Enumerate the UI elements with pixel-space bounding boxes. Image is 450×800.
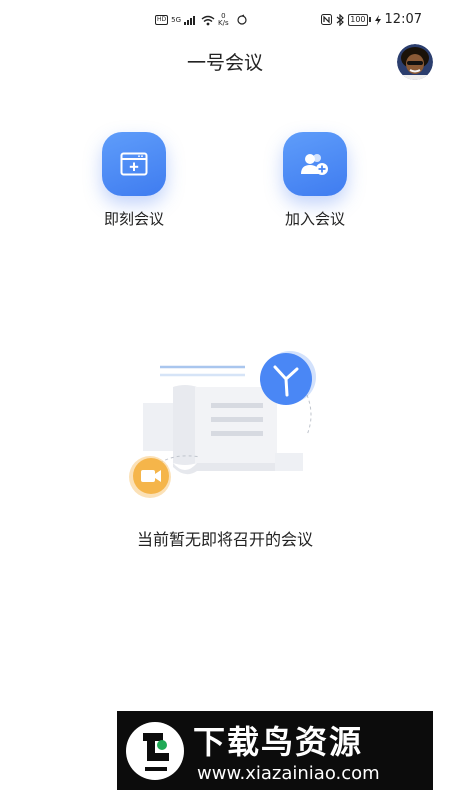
join-meeting-icon (283, 132, 347, 196)
nfc-icon (321, 14, 333, 25)
empty-state-message: 当前暂无即将召开的会议 (136, 530, 313, 549)
hd-badge: HD (155, 15, 169, 25)
battery-icon: 100 (348, 13, 371, 26)
instant-meeting-label: 即刻会议 (103, 210, 164, 228)
charging-icon (374, 14, 381, 25)
status-bar: HD 5G 0 K/s 100 12:07 (0, 0, 450, 40)
join-meeting-label: 加入会议 (284, 210, 345, 228)
watermark-banner: 下载鸟资源 www.xiazainiao.com (117, 711, 433, 790)
watermark-logo-icon (126, 722, 184, 780)
net-speed-unit: K/s (218, 19, 229, 27)
avatar[interactable] (397, 44, 433, 80)
status-right: 100 12:07 (321, 12, 422, 27)
net-speed: 0 K/s (218, 13, 229, 27)
bluetooth-icon (336, 13, 345, 26)
sync-icon (237, 14, 247, 25)
watermark-url: www.xiazainiao.com (197, 763, 380, 784)
wifi-icon (201, 15, 215, 25)
watermark-title: 下载鸟资源 (193, 723, 364, 761)
empty-state-illustration (115, 345, 335, 505)
network-type: 5G (171, 15, 182, 24)
signal-icon (184, 16, 196, 25)
instant-meeting-button[interactable]: 即刻会议 (74, 132, 194, 229)
status-left: HD 5G 0 K/s (155, 13, 248, 27)
battery-level: 100 (348, 13, 368, 26)
new-meeting-icon (102, 132, 166, 196)
page-title: 一号会议 (186, 52, 263, 74)
join-meeting-button[interactable]: 加入会议 (255, 132, 375, 229)
clock: 12:07 (384, 12, 422, 27)
avatar-image (397, 44, 433, 80)
